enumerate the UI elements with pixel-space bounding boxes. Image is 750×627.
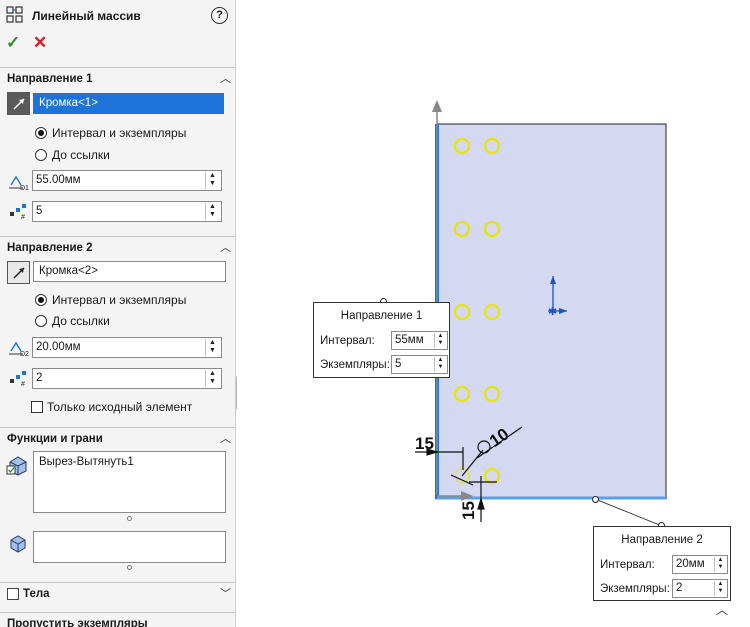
ok-button[interactable]: ✓	[6, 33, 20, 53]
count-value[interactable]: 2	[36, 372, 42, 384]
feature-item[interactable]: Вырез-Вытянуть1	[39, 456, 134, 468]
direction1-count-input[interactable]: 5 ▲ ▼	[32, 201, 222, 222]
faces-list[interactable]	[33, 531, 226, 563]
direction2-section-header[interactable]: Направление 2 ︿	[0, 236, 235, 258]
svg-text:D2: D2	[20, 351, 29, 357]
svg-text:D1: D1	[20, 185, 29, 191]
bodies-section-header[interactable]: Тела ﹀	[0, 582, 235, 604]
direction2-count-input[interactable]: 2 ▲ ▼	[32, 368, 222, 389]
direction1-section-header[interactable]: Направление 1 ︿	[0, 67, 235, 89]
bodies-title: Тела	[23, 588, 50, 600]
direction2-radio-reference[interactable]: До ссылки	[35, 313, 110, 329]
callout2-count-value[interactable]: 2	[676, 582, 682, 594]
direction2-spacing-input[interactable]: 20.00мм ▲ ▼	[32, 337, 222, 358]
svg-text:#: #	[21, 214, 25, 221]
callout1-interval-input[interactable]: 55мм ▲ ▼	[391, 331, 448, 350]
callout1-title: Направление 1	[340, 310, 423, 322]
direction1-radio-interval[interactable]: Интервал и экземпляры	[35, 125, 186, 141]
callout1-count-label: Экземпляры:	[320, 359, 390, 371]
callout2-title: Направление 2	[621, 534, 703, 546]
seed-only-label: Только исходный элемент	[47, 400, 193, 414]
chevron-up-icon[interactable]: ︿	[220, 239, 231, 255]
features-section-header[interactable]: Функции и грани ︿	[0, 427, 235, 449]
callout2-interval-value[interactable]: 20мм	[676, 558, 705, 570]
spacing-d1-icon: D1	[7, 171, 29, 192]
direction2-edge-field[interactable]: Кромка<2>	[33, 261, 226, 282]
spacing-d2-icon: D2	[7, 337, 29, 358]
left-offset-dimension[interactable]: 15	[415, 434, 434, 454]
panel-header: Линейный массив ?	[0, 0, 235, 30]
svg-text:#: #	[21, 381, 25, 388]
features-icon	[6, 454, 30, 476]
direction2-title: Направление 2	[7, 242, 93, 254]
chevron-up-icon[interactable]: ︿	[220, 70, 231, 86]
radio-label: Интервал и экземпляры	[52, 126, 187, 140]
callout1-interval-label: Интервал:	[320, 335, 375, 347]
callout1-interval-value[interactable]: 55мм	[395, 334, 424, 346]
callout2-count-label: Экземпляры:	[600, 583, 670, 595]
spin-arrows[interactable]: ▲ ▼	[205, 339, 219, 356]
direction1-reverse-button[interactable]	[7, 92, 30, 115]
spacing-value[interactable]: 20.00мм	[36, 341, 81, 353]
callout1-count-value[interactable]: 5	[395, 358, 401, 370]
bottom-offset-dimension[interactable]: 15	[459, 501, 479, 520]
callout1-count-input[interactable]: 5 ▲ ▼	[391, 355, 448, 374]
faces-icon	[8, 534, 28, 554]
resize-handle[interactable]	[127, 565, 132, 570]
property-manager-panel: Линейный массив ? ✓ ✕ Направление 1 ︿ Кр…	[0, 0, 236, 627]
graphics-viewport[interactable]: ✱ 15 15 10 Направление 1 Интервал: 55мм …	[237, 0, 750, 627]
direction2-callout: Направление 2 Интервал: 20мм ▲ ▼ Экземпля…	[593, 526, 731, 601]
radio-label: До ссылки	[52, 148, 110, 162]
seed-only-checkbox[interactable]	[31, 401, 43, 413]
spacing-value[interactable]: 55.00мм	[36, 174, 81, 186]
svg-text:✱: ✱	[548, 306, 557, 318]
direction2-radio-interval[interactable]: Интервал и экземпляры	[35, 292, 186, 308]
help-icon[interactable]: ?	[211, 7, 228, 24]
direction1-arrowhead	[432, 100, 442, 112]
callout2-count-input[interactable]: 2 ▲ ▼	[672, 579, 728, 598]
spin-arrows[interactable]: ▲ ▼	[205, 370, 219, 387]
instances-icon: #	[7, 201, 29, 221]
direction1-callout: Направление 1 Интервал: 55мм ▲ ▼ Экземпля…	[313, 302, 450, 378]
radio-button[interactable]	[35, 149, 47, 161]
spin-arrows[interactable]: ▲ ▼	[434, 357, 446, 372]
radio-button[interactable]	[35, 315, 47, 327]
count-value[interactable]: 5	[36, 205, 42, 217]
direction1-title: Направление 1	[7, 73, 93, 85]
spin-arrows[interactable]: ▲ ▼	[205, 203, 219, 220]
direction1-spacing-input[interactable]: 55.00мм ▲ ▼	[32, 170, 222, 191]
spin-arrows[interactable]: ▲ ▼	[714, 557, 726, 572]
callout2-interval-label: Интервал:	[600, 559, 655, 571]
radio-label: Интервал и экземпляры	[52, 293, 187, 307]
chevron-up-icon[interactable]: ︿	[220, 430, 231, 446]
spin-arrows[interactable]: ▲ ▼	[714, 581, 726, 596]
direction1-edge-field[interactable]: Кромка<1>	[33, 93, 224, 114]
chevron-up-icon[interactable]: ︿	[716, 601, 728, 618]
skip-instances-title: Пропустить экземпляры	[7, 618, 148, 627]
bodies-checkbox[interactable]	[7, 588, 19, 600]
reverse-direction-icon	[13, 98, 25, 110]
callout2-interval-input[interactable]: 20мм ▲ ▼	[672, 555, 728, 574]
cancel-button[interactable]: ✕	[33, 33, 47, 53]
direction2-reverse-button[interactable]	[7, 261, 30, 284]
reverse-direction-icon	[13, 267, 25, 279]
direction1-radio-reference[interactable]: До ссылки	[35, 147, 110, 163]
seed-only-checkbox-row[interactable]: Только исходный элемент	[31, 400, 192, 414]
skip-instances-section-header[interactable]: Пропустить экземпляры	[0, 612, 235, 627]
spin-arrows[interactable]: ▲ ▼	[205, 172, 219, 189]
chevron-down-icon[interactable]: ﹀	[220, 585, 231, 601]
panel-title: Линейный массив	[32, 9, 141, 23]
spin-arrows[interactable]: ▲ ▼	[434, 333, 446, 348]
radio-button[interactable]	[35, 127, 47, 139]
instances-icon: #	[7, 368, 29, 388]
radio-label: До ссылки	[52, 314, 110, 328]
radio-button[interactable]	[35, 294, 47, 306]
features-title: Функции и грани	[7, 433, 103, 445]
callout2-leader	[594, 498, 663, 527]
features-list[interactable]: Вырез-Вытянуть1	[33, 451, 226, 513]
edge2-anchor	[592, 496, 599, 503]
linear-pattern-icon	[6, 6, 24, 24]
resize-handle[interactable]	[127, 516, 132, 521]
